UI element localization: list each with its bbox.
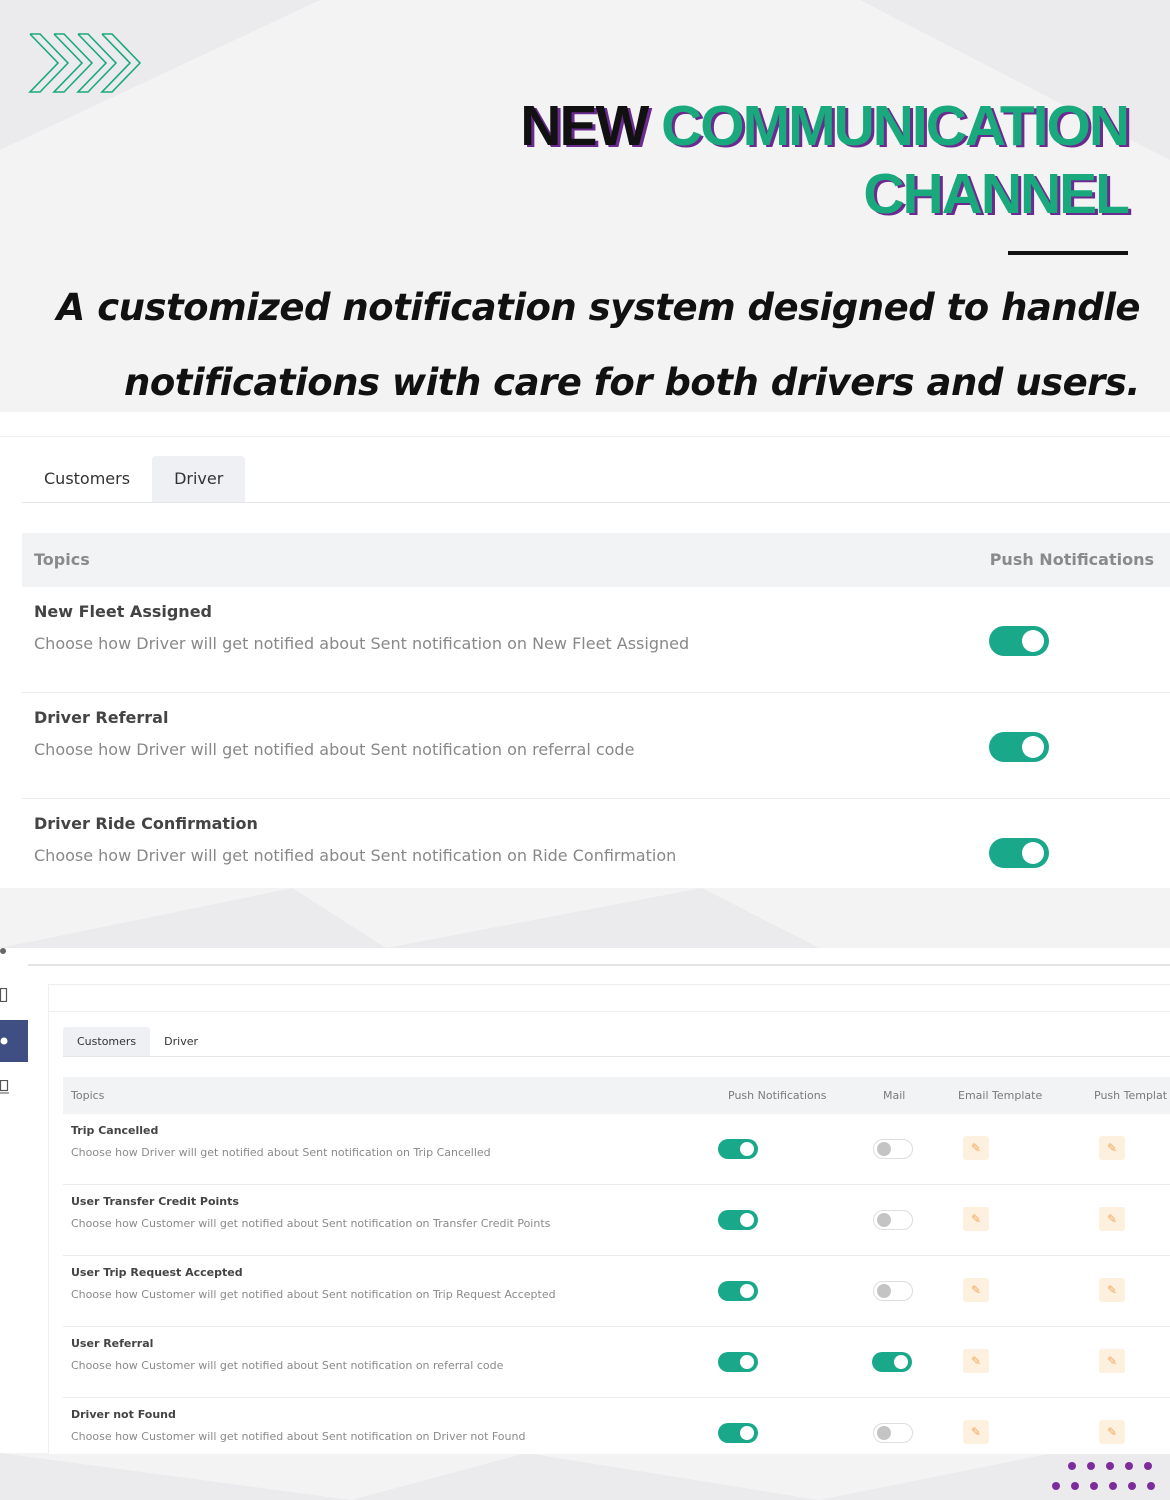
pencil-icon: ✎ [970,1425,982,1439]
row-title: User Trip Request Accepted [71,1266,243,1279]
push-toggle[interactable] [718,1139,758,1159]
column-email-template: Email Template [958,1089,1043,1102]
sidebar-item-active[interactable] [0,1020,28,1062]
divider [49,1011,1170,1012]
mail-toggle[interactable] [873,1281,913,1301]
mail-toggle[interactable] [873,1139,913,1159]
title-divider [1008,251,1128,255]
tablet-icon[interactable] [0,988,8,1002]
email-template-edit-button[interactable]: ✎ [963,1349,989,1373]
table-row: New Fleet Assigned Choose how Driver wil… [22,587,1170,693]
push-toggle[interactable] [989,626,1049,656]
push-toggle[interactable] [989,732,1049,762]
tab-driver[interactable]: Driver [150,1027,212,1057]
tab-bar: Customers Driver [22,456,246,502]
mail-toggle[interactable] [873,1210,913,1230]
table-row: Driver not Found Choose how Customer wil… [63,1398,1170,1454]
row-description: Choose how Customer will get notified ab… [71,1359,504,1372]
push-template-edit-button[interactable]: ✎ [1099,1349,1125,1373]
gear-icon[interactable] [0,948,10,958]
title-channel: CHANNEL [863,162,1130,226]
pencil-icon: ✎ [970,1283,982,1297]
page-header [28,948,1170,966]
column-topics: Topics [71,1089,105,1102]
tab-divider [22,502,1170,503]
push-toggle[interactable] [718,1210,758,1230]
chevrons-right-icon [28,33,142,93]
column-push-template: Push Templat [1094,1089,1168,1102]
table-header: Topics Push Notifications Mail Email Tem… [63,1077,1170,1114]
bg-shape [0,1453,1170,1500]
customer-notification-panel: Customers Driver Topics Push Notificatio… [0,948,1170,1454]
push-toggle[interactable] [989,838,1049,868]
push-template-edit-button[interactable]: ✎ [1099,1207,1125,1231]
row-description: Choose how Customer will get notified ab… [71,1430,526,1443]
row-description: Choose how Driver will get notified abou… [34,740,635,759]
mail-toggle[interactable] [873,1423,913,1443]
tab-customers[interactable]: Customers [63,1027,151,1057]
pencil-icon: ✎ [1106,1425,1118,1439]
row-title: New Fleet Assigned [34,602,212,621]
email-template-edit-button[interactable]: ✎ [963,1207,989,1231]
row-description: Choose how Driver will get notified abou… [34,846,677,865]
push-template-edit-button[interactable]: ✎ [1099,1420,1125,1444]
column-topics: Topics [34,550,90,569]
row-title: Driver Ride Confirmation [34,814,258,833]
push-template-edit-button[interactable]: ✎ [1099,1136,1125,1160]
row-title: Driver not Found [71,1408,176,1421]
table-row: User Referral Choose how Customer will g… [63,1327,1170,1398]
tab-customers[interactable]: Customers [22,456,152,502]
table-row: User Transfer Credit Points Choose how C… [63,1185,1170,1256]
monitor-icon[interactable] [0,1080,10,1094]
column-mail: Mail [883,1089,906,1102]
column-push-notifications: Push Notifications [728,1089,827,1102]
title-new: NEW [520,94,649,158]
pencil-icon: ✎ [1106,1283,1118,1297]
pencil-icon: ✎ [1106,1354,1118,1368]
sidebar [0,948,28,1453]
mail-toggle[interactable] [872,1352,912,1372]
tab-bar: Customers Driver [63,1027,212,1057]
tagline-line-2: notifications with care for both drivers… [124,361,1140,404]
row-description: Choose how Customer will get notified ab… [71,1217,551,1230]
table-row: Driver Ride Confirmation Choose how Driv… [22,799,1170,904]
column-push-notifications: Push Notifications [989,550,1154,569]
table-row: Trip Cancelled Choose how Driver will ge… [63,1114,1170,1185]
divider [0,436,1170,437]
row-description: Choose how Driver will get notified abou… [34,634,690,653]
pencil-icon: ✎ [970,1141,982,1155]
pencil-icon: ✎ [970,1354,982,1368]
table-header: Topics Push Notifications [22,533,1170,587]
tab-driver[interactable]: Driver [152,456,246,502]
title-communication: COMMUNICATION [661,94,1130,158]
table-row: Driver Referral Choose how Driver will g… [22,693,1170,799]
push-toggle[interactable] [718,1352,758,1372]
pencil-icon: ✎ [1106,1212,1118,1226]
email-template-edit-button[interactable]: ✎ [963,1136,989,1160]
pencil-icon: ✎ [970,1212,982,1226]
row-title: Driver Referral [34,708,169,727]
push-toggle[interactable] [718,1423,758,1443]
tagline: A customized notification system designe… [20,270,1141,420]
settings-icon [0,1037,8,1045]
row-title: User Transfer Credit Points [71,1195,239,1208]
push-toggle[interactable] [718,1281,758,1301]
row-description: Choose how Customer will get notified ab… [71,1288,556,1301]
email-template-edit-button[interactable]: ✎ [963,1278,989,1302]
row-title: Trip Cancelled [71,1124,159,1137]
table-row: User Trip Request Accepted Choose how Cu… [63,1256,1170,1327]
row-title: User Referral [71,1337,154,1350]
email-template-edit-button[interactable]: ✎ [963,1420,989,1444]
pencil-icon: ✎ [1106,1141,1118,1155]
push-template-edit-button[interactable]: ✎ [1099,1278,1125,1302]
banner-title: NEW COMMUNICATION CHANNEL [520,92,1130,228]
driver-notification-panel: Customers Driver Topics Push Notificatio… [0,412,1170,888]
row-description: Choose how Driver will get notified abou… [71,1146,491,1159]
tab-divider [63,1056,1170,1057]
notification-card: Customers Driver Topics Push Notificatio… [48,984,1170,1454]
tagline-line-1: A customized notification system designe… [56,286,1141,329]
